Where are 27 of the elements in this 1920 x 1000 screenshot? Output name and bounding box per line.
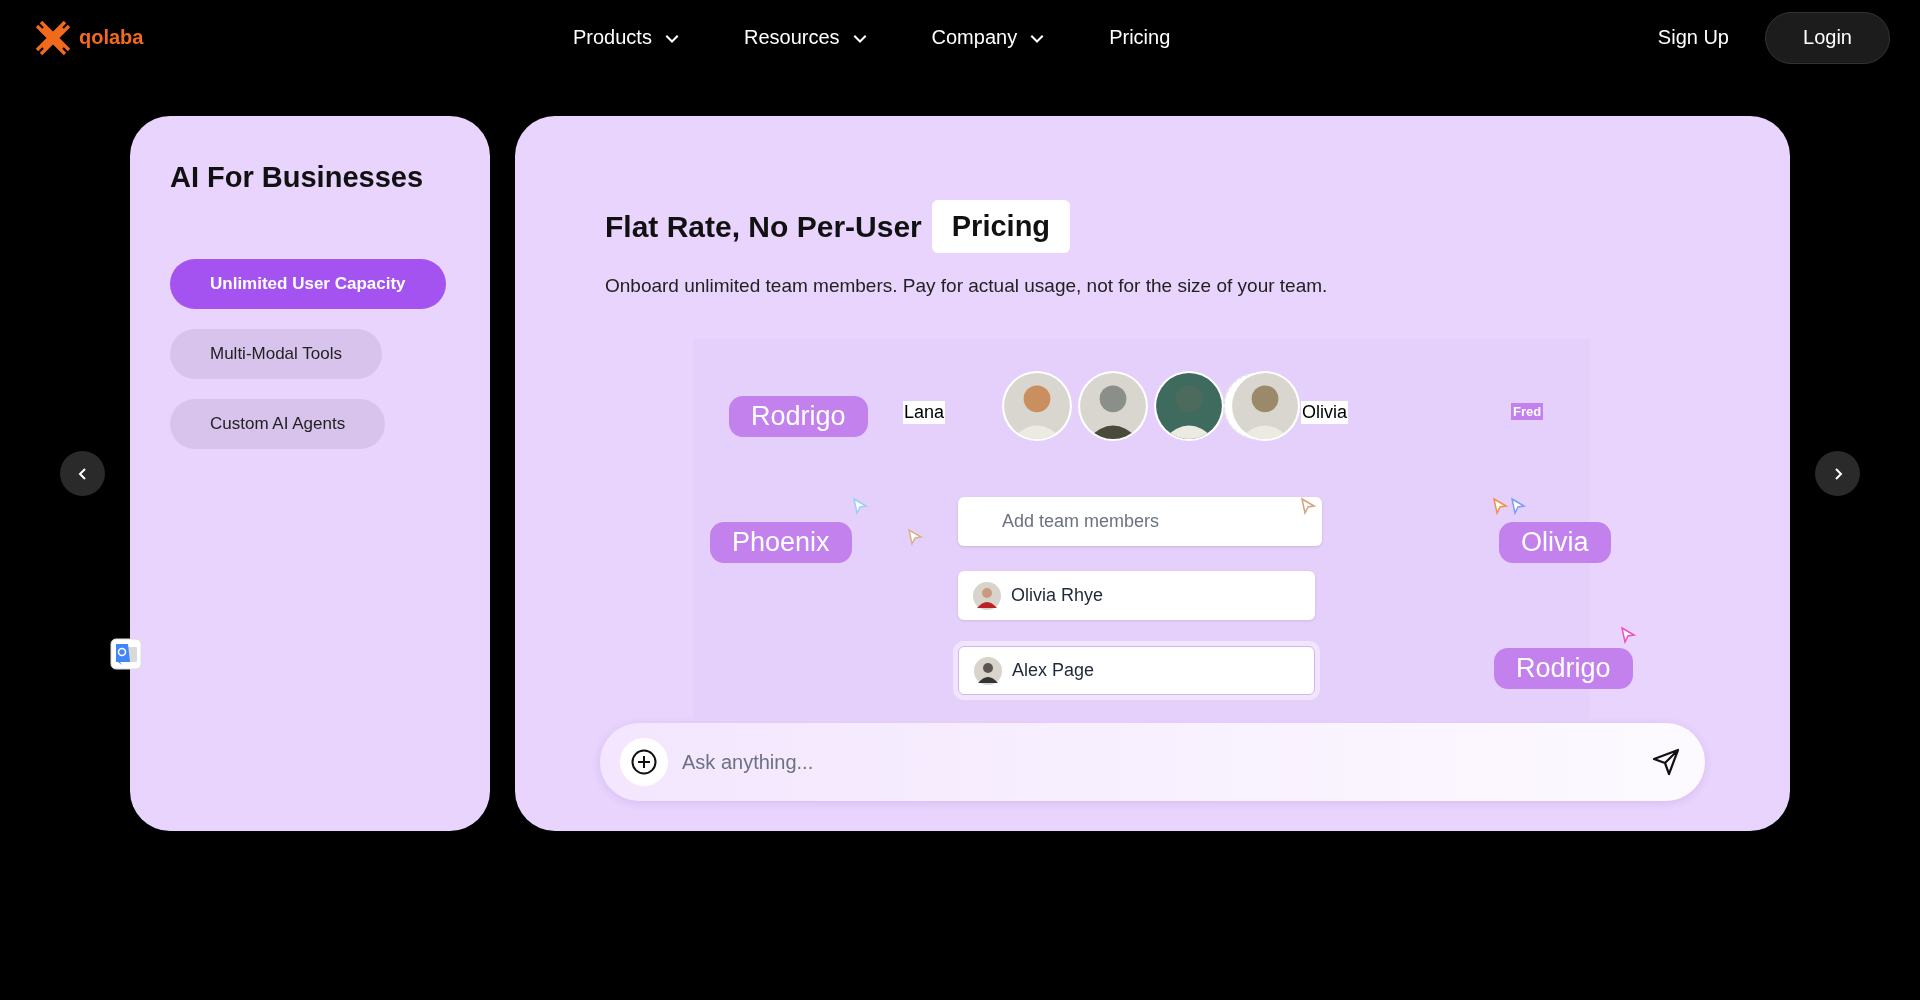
sidebar-title: AI For Businesses: [170, 161, 424, 194]
feature-heading: Flat Rate, No Per-User: [605, 209, 922, 244]
nav-link[interactable]: Products: [573, 26, 680, 49]
name-tag: Olivia: [1301, 401, 1348, 424]
chat-input[interactable]: Ask anything...: [680, 749, 1639, 775]
feature-tab[interactable]: Custom AI Agents: [170, 399, 386, 449]
nav-link[interactable]: Pricing: [1109, 26, 1171, 49]
name-tag: Lana: [903, 401, 946, 424]
name-tag: Fred: [1511, 403, 1544, 420]
member-name: Alex Page: [1012, 660, 1095, 681]
member-name: Olivia Rhye: [1011, 585, 1104, 606]
feature-tab[interactable]: Unlimited User Capacity: [170, 259, 446, 309]
name-tag: Olivia: [1499, 522, 1611, 563]
feature-tab[interactable]: Multi-Modal Tools: [170, 329, 382, 379]
sign-up-link[interactable]: Sign Up: [1657, 26, 1729, 49]
member-search-field[interactable]: Add team members: [958, 497, 1322, 546]
name-tag: Rodrigo: [1494, 648, 1633, 689]
member-row[interactable]: Olivia Rhye: [958, 571, 1315, 620]
heading-highlight: Pricing: [931, 200, 1071, 253]
login-button[interactable]: Login: [1765, 11, 1890, 64]
nav-link[interactable]: Resources: [743, 26, 868, 49]
name-tag: Rodrigo: [729, 396, 868, 437]
chat-bar[interactable]: Ask anything...: [600, 723, 1705, 801]
name-tag: Phoenix: [710, 522, 852, 563]
logo-text: qolaba: [79, 26, 144, 49]
feature-description: Onboard unlimited team members. Pay for actual usage, not for the size of your team.: [605, 275, 1329, 297]
nav-link[interactable]: Company: [931, 26, 1046, 49]
